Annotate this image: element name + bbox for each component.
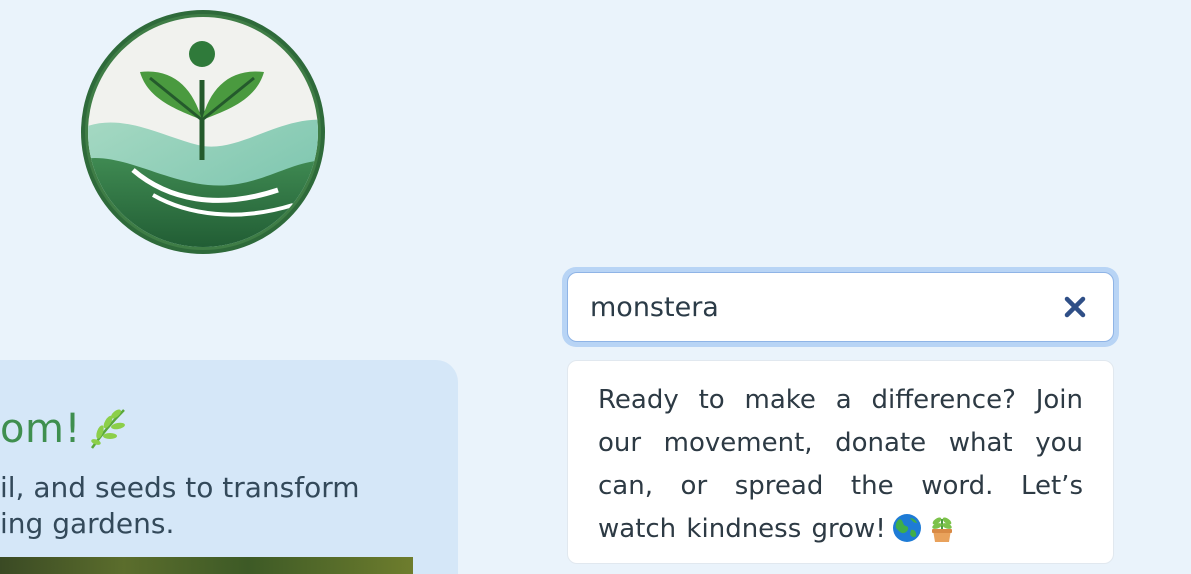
hero-description-line: il, and seeds to transform [0,471,360,504]
hero-title: om! [0,406,81,452]
search-suggestion-panel: Ready to make a difference? Join our mov… [567,360,1114,564]
hero-description-line: ing gardens. [0,507,175,540]
garden-image [0,557,413,574]
search-input[interactable] [590,287,1030,327]
hero-description: il, and seeds to transform ing gardens. [0,470,360,542]
globe-icon [892,513,922,557]
search-focus-ring [562,267,1119,347]
search-box [567,272,1114,342]
suggestion-text: Ready to make a difference? Join our mov… [598,385,1083,544]
page: om! il, and seeds to transform ing garde… [0,0,1191,574]
herb-leaf-icon [90,409,125,449]
potted-plant-icon [928,513,956,557]
logo [81,10,325,254]
close-icon [1064,296,1086,318]
suggestion-paragraph: Ready to make a difference? Join our mov… [598,379,1083,557]
clear-search-button[interactable] [1061,293,1089,321]
